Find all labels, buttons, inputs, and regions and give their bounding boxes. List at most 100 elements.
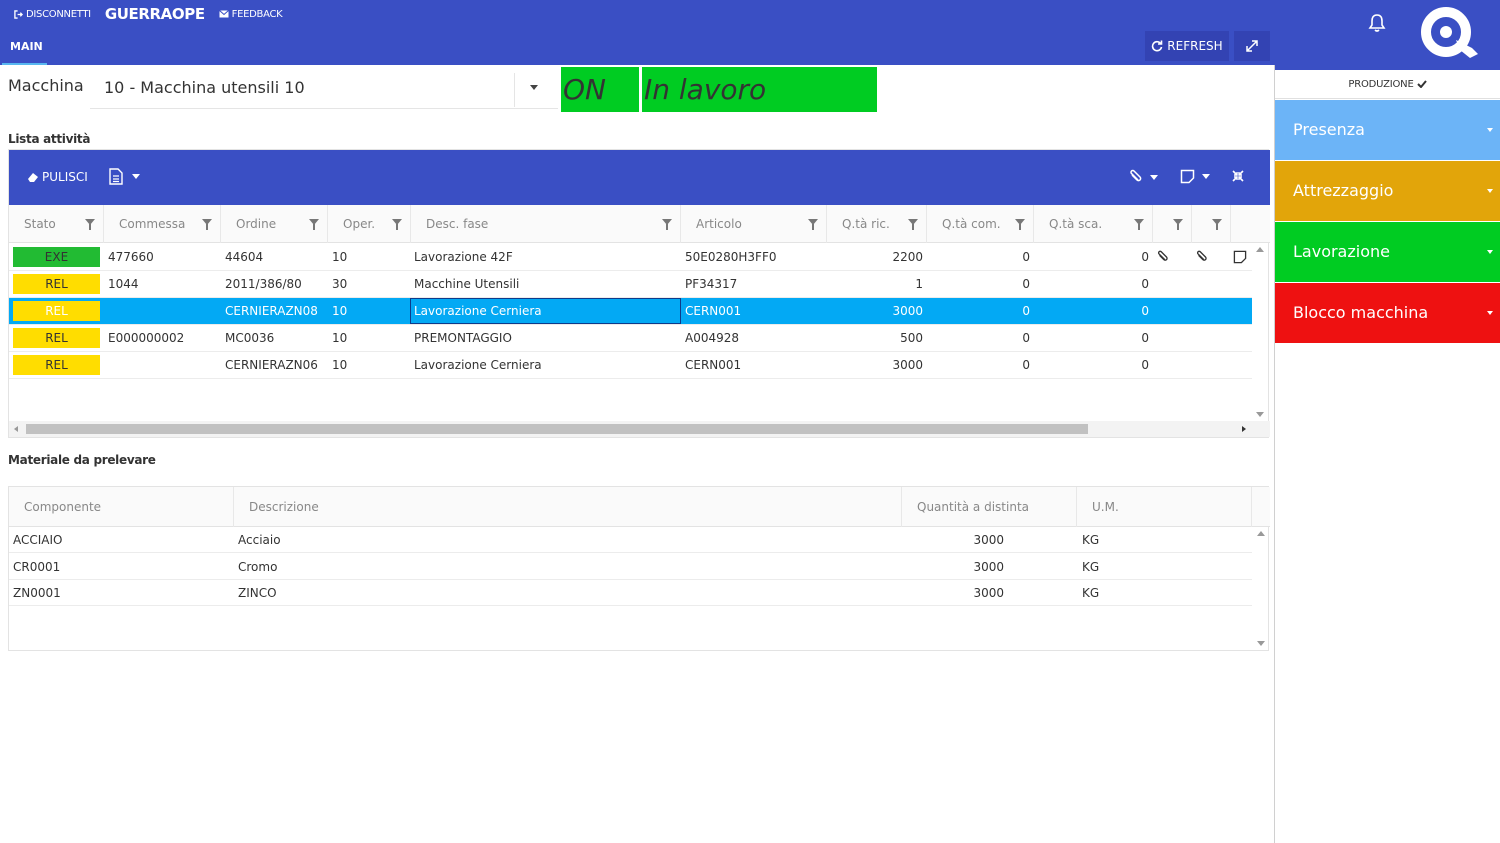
paperclip-icon[interactable] <box>1195 250 1209 264</box>
sidebar-button-label: Attrezzaggio <box>1293 181 1394 200</box>
sidebar-button-attrezzaggio[interactable]: Attrezzaggio <box>1275 161 1500 221</box>
filter-icon[interactable] <box>808 219 818 230</box>
note-icon[interactable] <box>1233 250 1247 264</box>
horizontal-scrollbar[interactable] <box>9 421 1270 437</box>
cell-oper: 10 <box>332 250 348 264</box>
column-header-articolo[interactable]: Articolo <box>681 205 827 243</box>
paperclip-icon[interactable] <box>1156 250 1170 264</box>
attachment-menu-button[interactable] <box>1129 169 1158 185</box>
disconnect-label: DISCONNETTI <box>26 8 91 20</box>
cell-ordine: MC0036 <box>225 331 275 345</box>
status-badge: REL <box>13 301 100 321</box>
work-status-badge: In lavoro <box>642 67 877 112</box>
filter-icon[interactable] <box>309 219 319 230</box>
column-header-qta-sca[interactable]: Q.tà sca. <box>1034 205 1153 243</box>
filter-icon[interactable] <box>1173 219 1183 230</box>
column-label: Ordine <box>236 217 277 231</box>
filter-icon[interactable] <box>662 219 672 230</box>
caret-down-icon <box>1150 174 1158 180</box>
refresh-button[interactable]: REFRESH <box>1145 31 1229 61</box>
clear-button[interactable]: PULISCI <box>27 170 88 184</box>
filter-icon[interactable] <box>1134 219 1144 230</box>
table-row[interactable]: REL CERNIERAZN08 10 Lavorazione Cerniera CER… <box>9 298 1252 325</box>
cell-qric: 500 <box>900 331 923 345</box>
cell-ordine: CERNIERAZN08 <box>225 304 318 318</box>
table-row[interactable]: REL CERNIERAZN06 10 Lavorazione Cerniera CER… <box>9 352 1252 379</box>
disconnect-link[interactable]: DISCONNETTI <box>14 9 91 20</box>
vertical-scrollbar[interactable] <box>1254 527 1268 650</box>
cell-commessa: 1044 <box>108 277 139 291</box>
expand-button[interactable] <box>1234 31 1270 61</box>
scroll-up-icon[interactable] <box>1256 247 1264 252</box>
select-divider <box>514 73 515 107</box>
sidebar-button-lavorazione[interactable]: Lavorazione <box>1275 222 1500 282</box>
column-header-attachment[interactable] <box>1153 205 1192 243</box>
scroll-left-icon[interactable] <box>14 426 18 432</box>
cell-desc: Lavorazione Cerniera <box>414 304 542 318</box>
column-header-attachment-2[interactable] <box>1192 205 1231 243</box>
cell-oper: 10 <box>332 331 348 345</box>
scroll-up-icon[interactable] <box>1257 531 1265 536</box>
filter-icon[interactable] <box>1015 219 1025 230</box>
cell-um: KG <box>1082 559 1100 574</box>
column-header-componente[interactable]: Componente <box>9 487 234 527</box>
column-header-oper[interactable]: Oper. <box>328 205 411 243</box>
scrollbar-thumb[interactable] <box>26 424 1088 434</box>
vertical-scrollbar[interactable] <box>1252 243 1268 421</box>
filter-icon[interactable] <box>392 219 402 230</box>
filter-icon[interactable] <box>85 219 95 230</box>
tab-main[interactable]: MAIN <box>0 28 53 65</box>
filter-icon[interactable] <box>908 219 918 230</box>
table-row[interactable]: REL E000000002 MC0036 10 PREMONTAGGIO A004928… <box>9 325 1252 352</box>
grid-toolbar: PULISCI <box>9 150 1270 205</box>
scroll-down-icon[interactable] <box>1257 641 1265 646</box>
table-row[interactable]: CR0001 Cromo 3000 KG <box>9 554 1252 580</box>
table-row[interactable]: ACCIAIO Acciaio 3000 KG <box>9 527 1252 553</box>
envelope-icon <box>218 10 229 18</box>
cell-descrizione: Acciaio <box>238 533 281 547</box>
table-row[interactable]: ZN0001 ZINCO 3000 KG <box>9 580 1252 606</box>
machine-select[interactable]: 10 - Macchina utensili 10 <box>90 65 558 109</box>
top-bar-left: DISCONNETTI GUERRAOPE FEEDBACK <box>0 0 283 28</box>
export-menu-button[interactable] <box>109 168 140 185</box>
column-header-quantita[interactable]: Quantità a distinta <box>902 487 1077 527</box>
production-mode-label[interactable]: PRODUZIONE <box>1275 70 1500 99</box>
filter-icon[interactable] <box>202 219 212 230</box>
cell-qric: 2200 <box>892 250 923 264</box>
column-header-qta-com[interactable]: Q.tà com. <box>927 205 1034 243</box>
sidebar-button-blocco-macchina[interactable]: Blocco macchina <box>1275 283 1500 343</box>
scroll-right-icon[interactable] <box>1242 426 1246 432</box>
materials-grid-header: Componente Descrizione Quantità a distin… <box>9 487 1270 527</box>
caret-down-icon <box>1202 174 1210 179</box>
column-header-qta-ric[interactable]: Q.tà ric. <box>827 205 927 243</box>
column-header-um[interactable]: U.M. <box>1077 487 1252 527</box>
feedback-link[interactable]: FEEDBACK <box>218 9 283 20</box>
cell-qcom: 0 <box>1022 250 1030 264</box>
column-header-descrizione[interactable]: Descrizione <box>234 487 902 527</box>
table-row[interactable]: EXE 477660 44604 10 Lavorazione 42F 50E0280H3… <box>9 244 1252 271</box>
notes-menu-button[interactable] <box>1180 169 1210 184</box>
scroll-down-icon[interactable] <box>1256 412 1264 417</box>
expand-icon <box>1246 40 1258 52</box>
column-header-desc-fase[interactable]: Desc. fase <box>411 205 681 243</box>
cell-componente: ACCIAIO <box>13 533 63 547</box>
fullscreen-button[interactable] <box>1232 170 1244 182</box>
note-icon <box>1180 169 1195 184</box>
bell-icon[interactable] <box>1368 13 1386 33</box>
materials-grid: Componente Descrizione Quantità a distin… <box>8 486 1270 651</box>
sidebar-button-presenza[interactable]: Presenza <box>1275 100 1500 160</box>
sidebar-button-label: Blocco macchina <box>1293 303 1429 322</box>
column-header-commessa[interactable]: Commessa <box>104 205 221 243</box>
column-header-stato[interactable]: Stato <box>9 205 104 243</box>
column-label: Oper. <box>343 217 376 231</box>
cell-articolo: CERN001 <box>685 304 742 318</box>
cell-qsca: 0 <box>1141 331 1149 345</box>
compress-icon <box>1232 170 1244 182</box>
filter-icon[interactable] <box>1212 219 1222 230</box>
cell-quantita: 3000 <box>973 533 1004 547</box>
column-header-notes[interactable] <box>1231 205 1270 243</box>
column-header-ordine[interactable]: Ordine <box>221 205 328 243</box>
caret-down-icon[interactable] <box>530 85 538 90</box>
table-row[interactable]: REL 1044 2011/386/80 30 Macchine Utensili PF3… <box>9 271 1252 298</box>
username: GUERRAOPE <box>104 5 205 23</box>
